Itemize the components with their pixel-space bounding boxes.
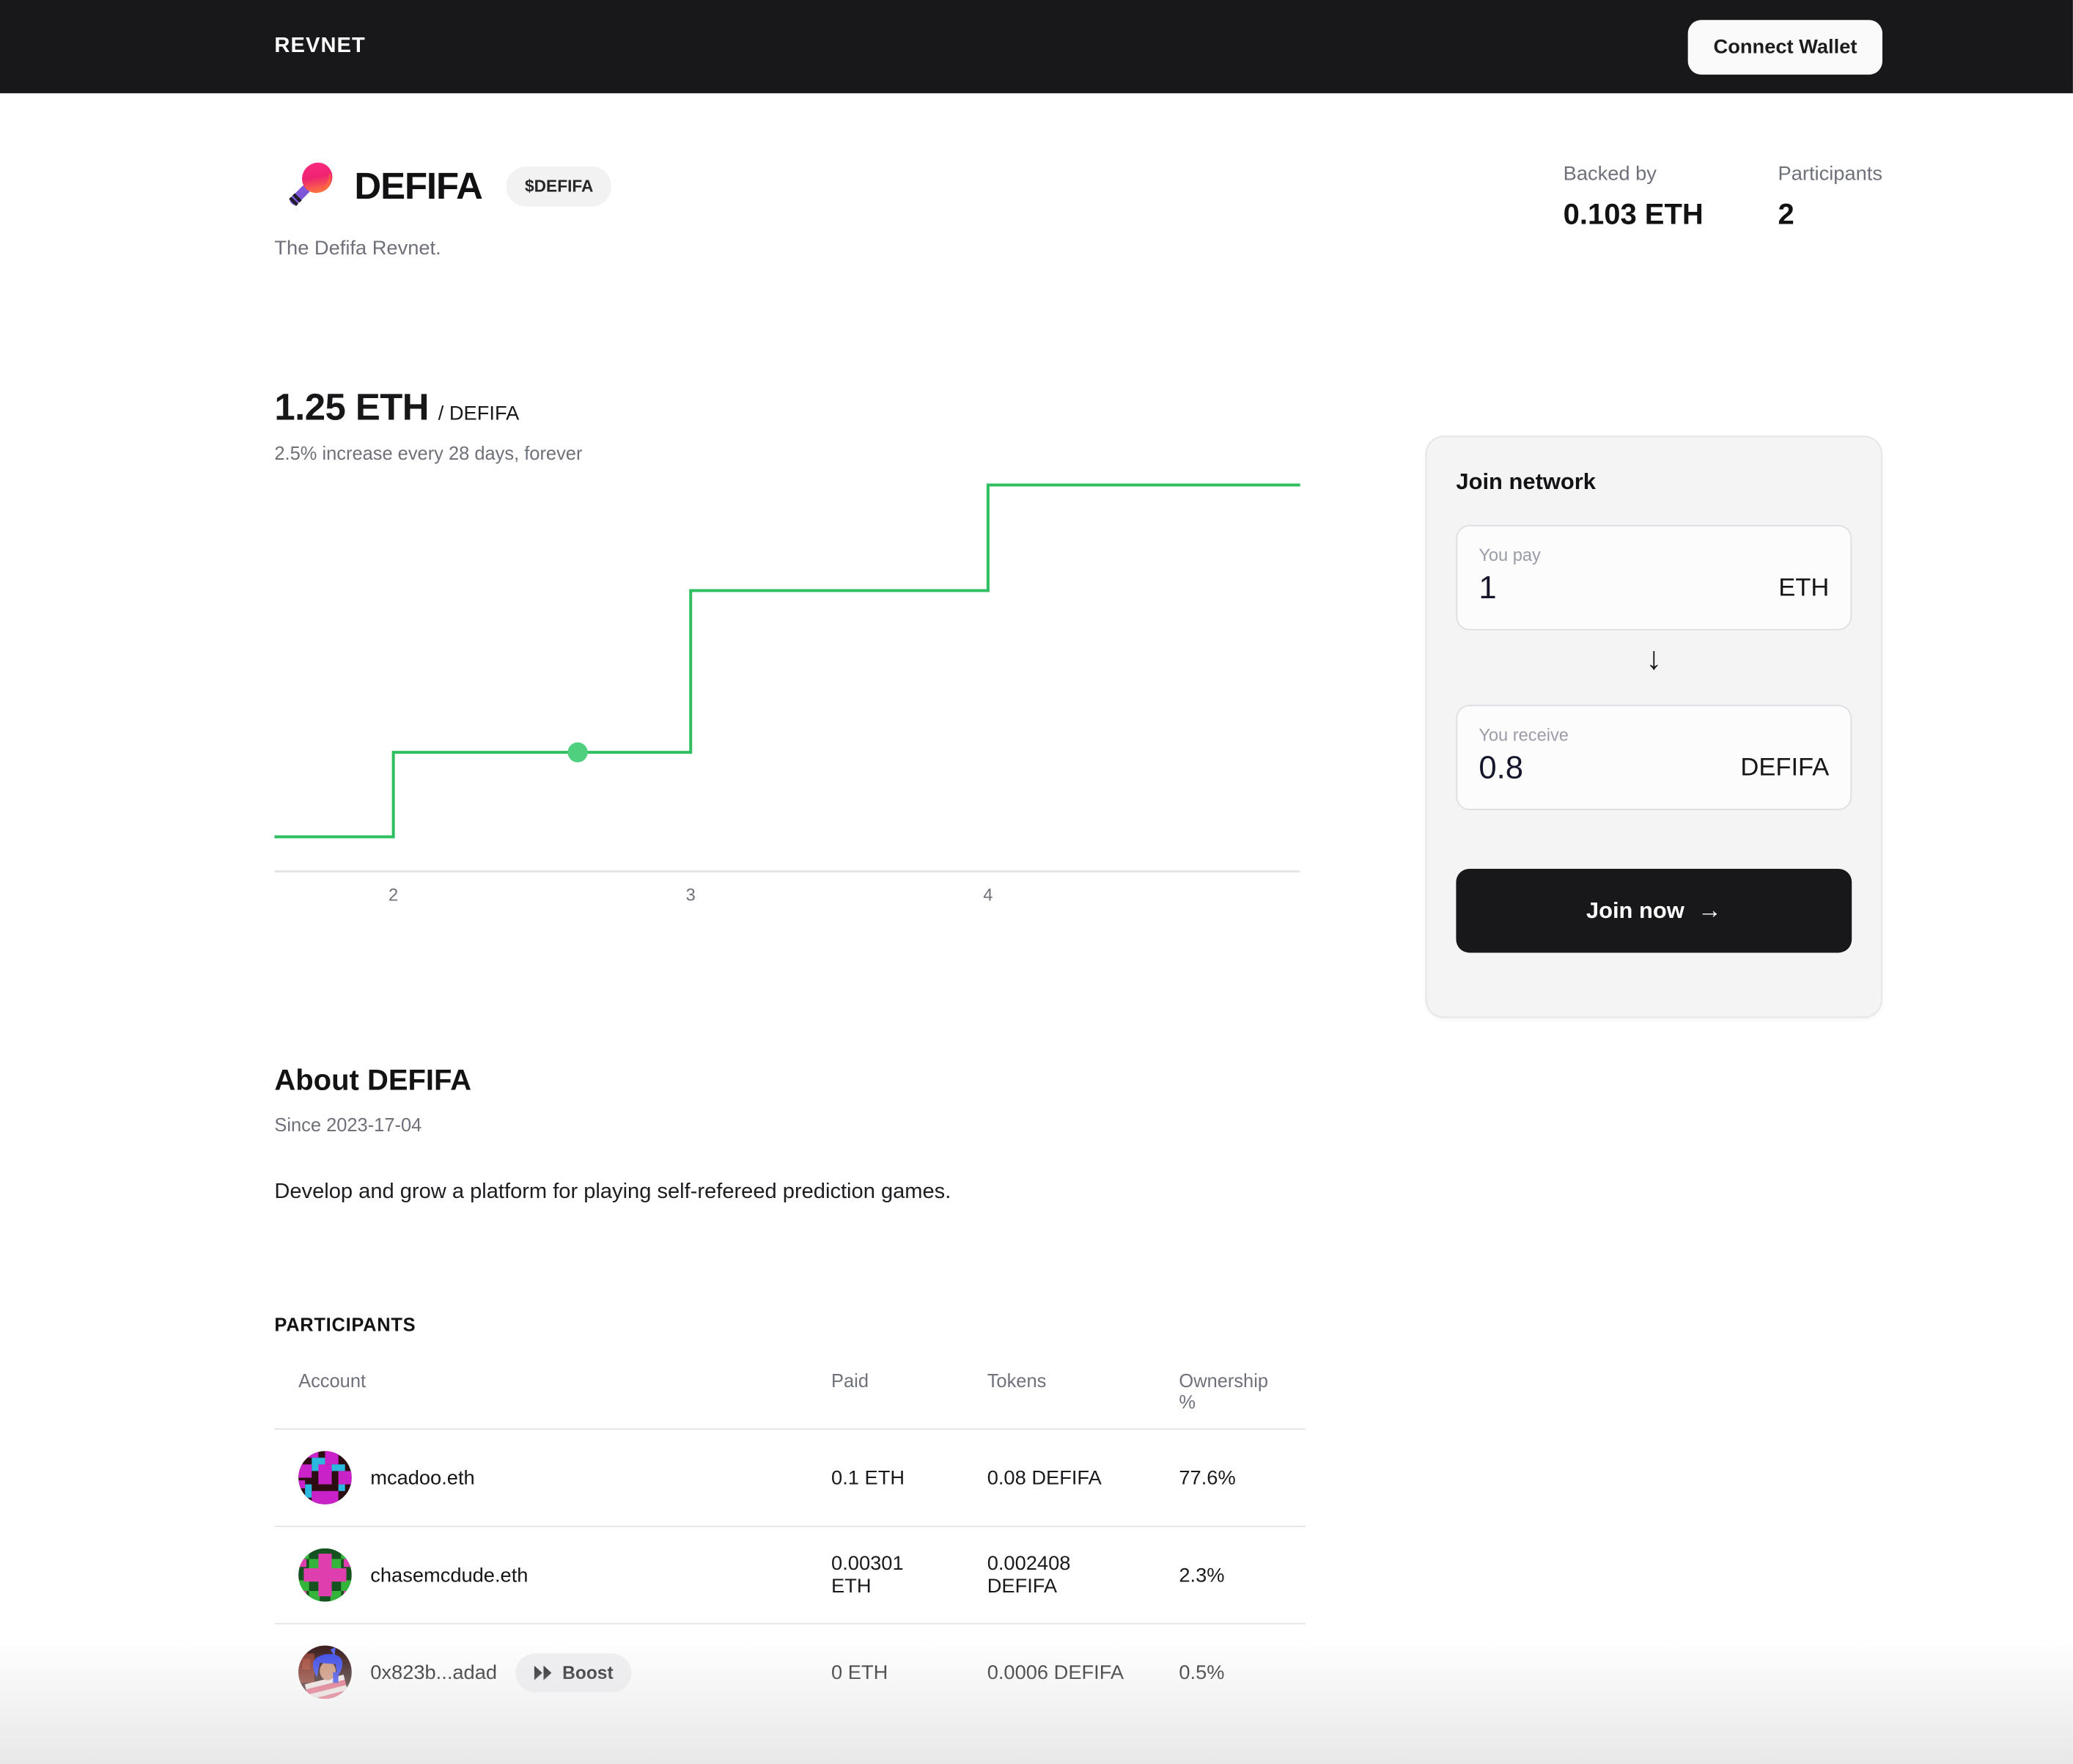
table-row: 0x823b...adad Boost 0 ETH 0.0006 DEFIFA … (274, 1624, 1306, 1720)
price-chart-section: 1.25 ETH / DEFIFA 2.5% increase every 28… (274, 386, 1300, 914)
account-link[interactable]: 0x823b...adad (370, 1661, 497, 1683)
tokens-cell: 0.08 DEFIFA (987, 1466, 1102, 1489)
col-header-ownership: Ownership % (1179, 1370, 1269, 1413)
about-since: Since 2023-17-04 (274, 1114, 422, 1136)
project-tagline: The Defifa Revnet. (274, 237, 441, 260)
pay-amount-input[interactable] (1479, 570, 1690, 608)
table-row: mcadoo.eth 0.1 ETH 0.08 DEFIFA 77.6% (274, 1430, 1306, 1527)
you-receive-box: You receive DEFIFA (1456, 705, 1852, 810)
account-link[interactable]: mcadoo.eth (370, 1466, 474, 1489)
boost-badge: Boost (515, 1653, 633, 1692)
ticker-badge: $DEFIFA (506, 166, 612, 207)
col-header-account: Account (298, 1370, 367, 1392)
current-price: 1.25 ETH (274, 386, 430, 428)
project-stats: Backed by 0.103 ETH Participants 2 (1564, 156, 1882, 232)
pixel-magenta-cyan-avatar (298, 1451, 352, 1504)
connect-wallet-button[interactable]: Connect Wallet (1688, 19, 1882, 74)
ownership-cell: 77.6% (1179, 1466, 1236, 1489)
brand-logo[interactable]: REVNET (274, 34, 365, 59)
stat-label: Backed by (1563, 162, 1657, 185)
stat-participants: Participants 2 (1778, 163, 1882, 232)
stat-value: 0.103 ETH (1563, 196, 1704, 231)
main-content: DEFIFA $DEFIFA The Defifa Revnet. Backed… (274, 156, 1882, 1721)
participants-section: PARTICIPANTS Account Paid Tokens Ownersh… (274, 1314, 1306, 1720)
account-link[interactable]: chasemcdude.eth (370, 1564, 528, 1587)
join-card-title: Join network (1456, 468, 1596, 495)
price-line (274, 483, 1300, 839)
about-description: Develop and grow a platform for playing … (274, 1180, 951, 1204)
fast-forward-icon (534, 1664, 552, 1680)
you-pay-box: You pay ETH (1456, 525, 1852, 631)
current-price-marker (567, 742, 588, 762)
stat-value: 2 (1778, 196, 1794, 231)
tokens-cell: 0.002408 DEFIFA (987, 1552, 1071, 1598)
paid-cell: 0.00301 ETH (831, 1552, 904, 1598)
ownership-cell: 0.5% (1179, 1661, 1225, 1684)
price-unit: / DEFIFA (438, 402, 520, 425)
you-pay-label: You pay (1479, 545, 1541, 565)
price-step-chart: 2 3 4 (274, 483, 1300, 905)
participants-title: PARTICIPANTS (274, 1313, 416, 1336)
receive-currency: DEFIFA (1740, 754, 1830, 782)
join-network-card: Join network You pay ETH ↓ You receive D… (1425, 436, 1882, 1018)
about-title: About DEFIFA (274, 1063, 472, 1097)
boost-label: Boost (562, 1662, 614, 1683)
join-now-label: Join now (1586, 897, 1684, 923)
stat-label: Participants (1778, 162, 1882, 185)
table-row: chasemcdude.eth 0.00301 ETH 0.002408 DEF… (274, 1527, 1306, 1625)
arrow-right-icon: → (1697, 897, 1722, 924)
project-name: DEFIFA (354, 165, 483, 207)
join-now-button[interactable]: Join now → (1456, 868, 1852, 953)
table-header-row: Account Paid Tokens Ownership % (274, 1370, 1306, 1430)
paid-cell: 0.1 ETH (831, 1466, 905, 1489)
page: REVNET Connect Wallet DEFIFA $DEFIFA The… (0, 0, 2073, 1764)
paddle-icon (289, 162, 333, 207)
paid-cell: 0 ETH (831, 1661, 888, 1684)
svg-text:3: 3 (686, 886, 696, 905)
receive-amount-input[interactable] (1479, 750, 1690, 788)
you-receive-label: You receive (1479, 724, 1569, 745)
x-axis-ticks: 2 3 4 (389, 886, 993, 905)
svg-text:2: 2 (389, 886, 398, 905)
col-header-paid: Paid (831, 1370, 869, 1392)
blue-hair-character-avatar (298, 1645, 352, 1699)
arrow-down-icon: ↓ (1646, 641, 1663, 677)
svg-text:4: 4 (983, 886, 993, 905)
participants-table: Account Paid Tokens Ownership % mcadoo.e… (274, 1370, 1306, 1720)
project-header: DEFIFA $DEFIFA The Defifa Revnet. Backed… (274, 156, 1882, 260)
about-section: About DEFIFA Since 2023-17-04 Develop an… (274, 1063, 1300, 1205)
tokens-cell: 0.0006 DEFIFA (987, 1661, 1124, 1684)
top-nav: REVNET Connect Wallet (0, 0, 2073, 94)
pixel-green-pink-avatar (298, 1548, 352, 1602)
price-subtitle: 2.5% increase every 28 days, forever (274, 442, 583, 464)
ownership-cell: 2.3% (1179, 1563, 1225, 1587)
stat-backed-by: Backed by 0.103 ETH (1564, 163, 1704, 232)
col-header-tokens: Tokens (987, 1370, 1047, 1392)
pay-currency: ETH (1778, 574, 1830, 603)
project-identity: DEFIFA $DEFIFA The Defifa Revnet. (274, 156, 612, 260)
